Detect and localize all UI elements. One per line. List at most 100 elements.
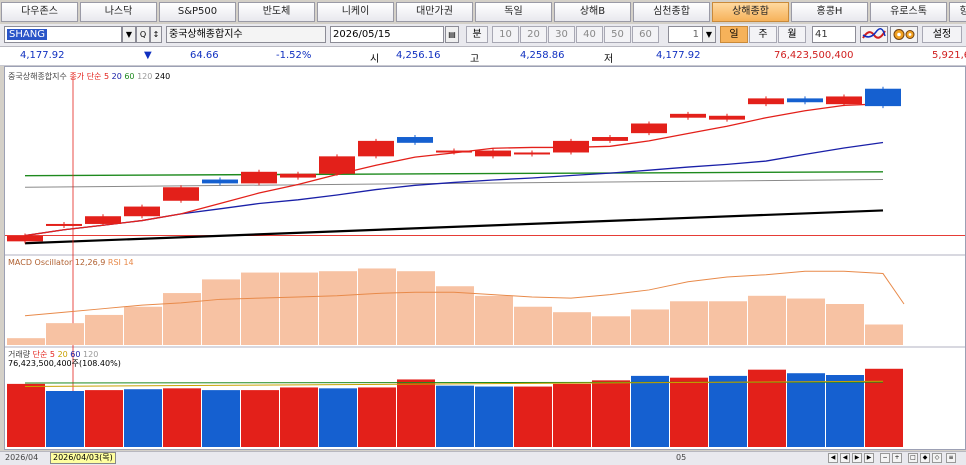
oscillator-bar: [826, 304, 864, 345]
candle-body: [7, 235, 43, 242]
volume-bar: [280, 387, 318, 447]
oscillator-bar: [163, 293, 201, 345]
chart-tool-icon[interactable]: [860, 26, 888, 43]
minute-option-60[interactable]: 60: [632, 26, 659, 43]
volume-bar: [865, 368, 903, 447]
volume-bar: [202, 390, 240, 447]
low-label: 저: [604, 54, 614, 65]
zoom-in-icon[interactable]: +: [892, 453, 902, 463]
period-count-input[interactable]: 41: [812, 26, 856, 43]
macd-legend-label: MACD Oscillator 12,26,9: [8, 258, 106, 267]
scroll-last-icon[interactable]: ▶: [864, 453, 874, 463]
oscillator-bar: [553, 312, 591, 345]
minute-option-10[interactable]: 10: [492, 26, 519, 43]
oscillator-bar: [670, 301, 708, 345]
low-price: 4,177.92: [656, 50, 701, 61]
volume-bar: [553, 383, 591, 447]
candle-body: [358, 140, 394, 157]
minute-option-30[interactable]: 30: [548, 26, 575, 43]
minute-option-50[interactable]: 50: [604, 26, 631, 43]
search-icon[interactable]: Q: [136, 26, 150, 43]
ma20-legend: 20: [111, 72, 122, 81]
scroll-first-icon[interactable]: ◀: [828, 453, 838, 463]
volume-bar: [397, 379, 435, 447]
volume-bar: [7, 383, 45, 447]
quote-strip: 4,177.92 ▼ 64.66 -1.52% 시 4,256.16 고 4,2…: [0, 47, 966, 66]
candle-body: [46, 223, 82, 226]
ma20-line: [24, 141, 884, 237]
volume-bar: [46, 391, 84, 447]
oscillator-bar: [85, 314, 123, 345]
oscillator-bar: [475, 295, 513, 345]
gear-icon[interactable]: [890, 26, 918, 43]
candle-body: [163, 187, 199, 201]
volume-bar: [436, 385, 474, 447]
tab-3[interactable]: 반도체: [238, 2, 315, 22]
tab-10[interactable]: 홍콩H: [791, 2, 868, 22]
open-label: 시: [370, 54, 380, 65]
restore-icon[interactable]: ◇: [932, 453, 942, 463]
tab-5[interactable]: 대만가권: [396, 2, 473, 22]
settings-button[interactable]: 설정: [922, 26, 962, 43]
oscillator-bar: [592, 316, 630, 345]
volume-bar: [592, 380, 630, 447]
scroll-right-icon[interactable]: ▶: [852, 453, 862, 463]
tab-4[interactable]: 니케이: [317, 2, 394, 22]
volume-bar: [85, 390, 123, 447]
interval-dropdown-icon[interactable]: ▼: [702, 26, 716, 43]
expand-icon[interactable]: ◆: [920, 453, 930, 463]
tab-7[interactable]: 상해B: [554, 2, 631, 22]
symbol-code-text: SHANG: [7, 29, 47, 40]
tab-12[interactable]: 항...: [949, 2, 966, 22]
high-price: 4,258.86: [520, 50, 565, 61]
symbol-name-field: 중국상해종합지수: [166, 26, 326, 43]
volume-bar: [241, 390, 279, 447]
tab-2[interactable]: S&P500: [159, 2, 236, 22]
volume-bar: [514, 386, 552, 447]
dropdown-arrow-icon[interactable]: ▼: [122, 26, 136, 43]
change-arrow-icon: ▼: [144, 50, 152, 61]
tab-11[interactable]: 유로스톡: [870, 2, 947, 22]
minute-option-40[interactable]: 40: [576, 26, 603, 43]
candle-body: [124, 206, 160, 217]
ma120-legend: 120: [137, 72, 153, 81]
scroll-left-icon[interactable]: ◀: [840, 453, 850, 463]
period-1[interactable]: 주: [749, 26, 777, 43]
candle-body: [85, 216, 121, 224]
menu-icon[interactable]: ≡: [946, 453, 956, 463]
period-2[interactable]: 월: [778, 26, 806, 43]
x-axis-strip: 2026/04 2026/04/03(목) 05 ◀ ◀ ▶ ▶ − + □ ◆…: [0, 451, 966, 465]
chart-canvas[interactable]: [5, 67, 965, 449]
tab-9[interactable]: 상해종합: [712, 2, 789, 22]
candle-body: [319, 156, 355, 174]
oscillator-bar: [397, 271, 435, 345]
volume-bar: [163, 388, 201, 447]
candle-body: [709, 115, 745, 120]
date-input[interactable]: 2026/05/15: [330, 26, 444, 43]
volume-bar: [709, 375, 747, 447]
tab-8[interactable]: 심천종합: [633, 2, 710, 22]
tab-1[interactable]: 나스닥: [80, 2, 157, 22]
candle-body: [202, 179, 238, 184]
fit-icon[interactable]: □: [908, 453, 918, 463]
ma60-line: [24, 171, 884, 177]
cursor-date-label: 2026/04/03(목): [50, 452, 116, 464]
symbol-lookup-icon[interactable]: ↕: [150, 26, 162, 43]
oscillator-bar: [124, 306, 162, 345]
volume-legend-ma-label: 단순: [32, 350, 48, 359]
candle-body: [865, 88, 901, 107]
oscillator-bar: [7, 338, 45, 345]
control-bar: SHANG ▼ Q ↕ 중국상해종합지수 2026/05/15 ▤ 분 10 20…: [0, 24, 966, 47]
tab-6[interactable]: 독일: [475, 2, 552, 22]
ma240-legend: 240: [154, 72, 171, 81]
period-0[interactable]: 일: [720, 26, 748, 43]
minute-option-20[interactable]: 20: [520, 26, 547, 43]
oscillator-bar: [280, 272, 318, 345]
oscillator-bar: [865, 324, 903, 345]
price-legend-ma-label: 종가 단순: [69, 72, 102, 81]
tab-0[interactable]: 다우존스: [1, 2, 78, 22]
calendar-icon[interactable]: ▤: [445, 26, 459, 43]
symbol-code-input[interactable]: SHANG: [4, 26, 122, 43]
chart-area[interactable]: 중국상해종합지수 종가 단순 5 20 60 120 240 MACD Osci…: [4, 66, 966, 450]
zoom-out-icon[interactable]: −: [880, 453, 890, 463]
